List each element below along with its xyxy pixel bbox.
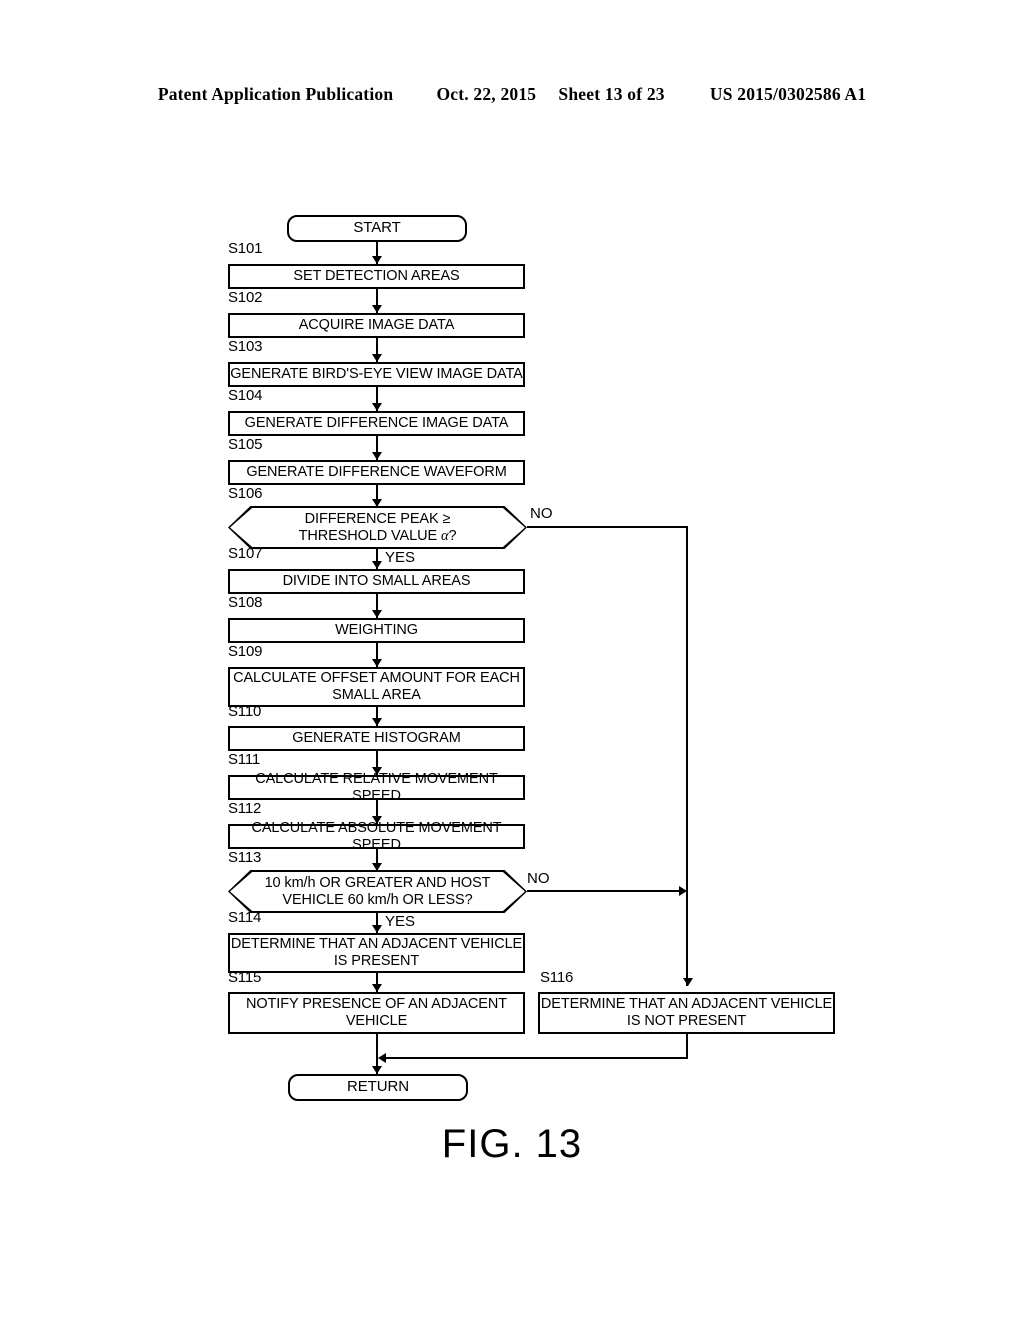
flow-step-s102: ACQUIRE IMAGE DATA <box>228 313 525 338</box>
flow-terminal-start-label: START <box>353 219 401 237</box>
header-publication: Patent Application Publication <box>157 84 394 104</box>
flow-step-s115-line1: NOTIFY PRESENCE OF AN ADJACENT <box>245 996 507 1013</box>
arrowhead-s101-to-s102 <box>372 305 382 313</box>
flow-step-s109-line2: SMALL AREA <box>332 687 421 703</box>
step-label-s111: S111 <box>228 751 261 768</box>
flow-step-s116-line2: IS NOT PRESENT <box>626 1013 747 1029</box>
flow-step-s116-line1: DETERMINE THAT AN ADJACENT VEHICLE <box>540 996 833 1013</box>
step-label-s112: S112 <box>228 800 262 817</box>
flow-decision-s106-line1: DIFFERENCE PEAK ≥ <box>304 510 451 527</box>
arrowhead-s103-to-s104 <box>372 403 382 411</box>
step-label-s116: S116 <box>540 969 574 986</box>
arrowhead-s107-to-s108 <box>372 610 382 618</box>
page-header: Patent Application Publication Oct. 22, … <box>0 84 1024 105</box>
arrowhead-s102-to-s103 <box>372 354 382 362</box>
connector-s113-no-horizontal <box>527 890 679 892</box>
flow-step-s102-label: ACQUIRE IMAGE DATA <box>298 317 455 334</box>
step-label-s109: S109 <box>228 643 263 660</box>
flow-step-s115: NOTIFY PRESENCE OF AN ADJACENT VEHICLE <box>228 992 525 1034</box>
flow-step-s111: CALCULATE RELATIVE MOVEMENT SPEED <box>228 771 525 804</box>
header-patent-number: US 2015/0302586 A1 <box>709 84 867 104</box>
flow-terminal-start: START <box>287 215 467 242</box>
arrowhead-s113-to-s114 <box>372 925 382 933</box>
flow-step-s111-label: CALCULATE RELATIVE MOVEMENT SPEED <box>255 771 498 804</box>
flow-step-s116: DETERMINE THAT AN ADJACENT VEHICLE IS NO… <box>538 992 835 1034</box>
arrowhead-s105-to-s106 <box>372 499 382 507</box>
connector-s106-no-vertical <box>686 526 688 986</box>
header-sheet: Sheet 13 of 23 <box>558 84 665 104</box>
flow-decision-s106: DIFFERENCE PEAK ≥ THRESHOLD VALUE α? <box>228 506 527 549</box>
arrowhead-s109-to-s110 <box>372 718 382 726</box>
arrowhead-merge-to-return <box>372 1066 382 1074</box>
flow-step-s109: CALCULATE OFFSET AMOUNT FOR EACH SMALL A… <box>228 667 525 707</box>
figure-caption: FIG. 13 <box>441 1122 583 1166</box>
flow-step-s104-label: GENERATE DIFFERENCE IMAGE DATA <box>244 415 509 432</box>
step-label-s105: S105 <box>228 436 263 453</box>
flow-step-s109-line1: CALCULATE OFFSET AMOUNT FOR EACH <box>233 670 520 687</box>
flow-step-s114-line1: DETERMINE THAT AN ADJACENT VEHICLE <box>230 936 523 953</box>
flow-decision-s106-line2-pre: THRESHOLD VALUE <box>298 527 441 544</box>
patent-figure-page: Patent Application Publication Oct. 22, … <box>0 0 1024 1320</box>
flow-decision-s113-line1: 10 km/h OR GREATER AND HOST <box>264 874 491 891</box>
flow-step-s112: CALCULATE ABSOLUTE MOVEMENT SPEED <box>228 820 525 853</box>
step-label-s110: S110 <box>228 703 262 720</box>
step-label-s107: S107 <box>228 545 263 562</box>
step-label-s115: S115 <box>228 969 262 986</box>
flow-step-s101: SET DETECTION AREAS <box>228 264 525 289</box>
connector-merge-horizontal <box>386 1057 688 1059</box>
step-label-s101: S101 <box>228 240 263 257</box>
flow-step-s107: DIVIDE INTO SMALL AREAS <box>228 569 525 594</box>
flow-step-s105: GENERATE DIFFERENCE WAVEFORM <box>228 460 525 485</box>
arrowhead-s106-to-s107 <box>372 561 382 569</box>
flow-step-s108-label: WEIGHTING <box>335 622 418 639</box>
flow-decision-s113: 10 km/h OR GREATER AND HOST VEHICLE 60 k… <box>228 870 527 913</box>
branch-label-s106-yes: YES <box>385 549 416 566</box>
step-label-s114: S114 <box>228 909 262 926</box>
branch-label-s113-no: NO <box>527 870 550 887</box>
arrowhead-s114-to-s115 <box>372 984 382 992</box>
arrowhead-start-to-s101 <box>372 256 382 264</box>
flow-step-s110: GENERATE HISTOGRAM <box>228 726 525 751</box>
flow-decision-s106-line2-post: ? <box>448 527 457 544</box>
arrowhead-merge-to-return-column <box>378 1053 386 1063</box>
flow-step-s101-label: SET DETECTION AREAS <box>293 268 460 285</box>
step-label-s106: S106 <box>228 485 263 502</box>
header-date: Oct. 22, 2015 <box>436 84 537 104</box>
flow-step-s110-label: GENERATE HISTOGRAM <box>292 730 461 747</box>
step-label-s102: S102 <box>228 289 263 306</box>
flow-step-s107-label: DIVIDE INTO SMALL AREAS <box>282 573 471 590</box>
flow-step-s114: DETERMINE THAT AN ADJACENT VEHICLE IS PR… <box>228 933 525 973</box>
arrowhead-s113-no-to-trunk <box>679 886 687 896</box>
connector-s116-to-merge <box>686 1034 688 1058</box>
flow-step-s112-label: CALCULATE ABSOLUTE MOVEMENT SPEED <box>251 820 502 853</box>
arrowhead-s112-to-s113 <box>372 863 382 871</box>
step-label-s104: S104 <box>228 387 263 404</box>
step-label-s103: S103 <box>228 338 263 355</box>
flow-step-s114-line2: IS PRESENT <box>333 953 420 969</box>
flow-terminal-return-label: RETURN <box>347 1078 409 1096</box>
flow-step-s104: GENERATE DIFFERENCE IMAGE DATA <box>228 411 525 436</box>
arrowhead-s108-to-s109 <box>372 659 382 667</box>
step-label-s108: S108 <box>228 594 263 611</box>
flow-step-s108: WEIGHTING <box>228 618 525 643</box>
flow-step-s115-line2: VEHICLE <box>345 1013 408 1029</box>
arrowhead-s104-to-s105 <box>372 452 382 460</box>
connector-s106-no-horizontal <box>527 526 688 528</box>
flow-step-s103-label: GENERATE BIRD'S-EYE VIEW IMAGE DATA <box>230 366 523 383</box>
branch-label-s113-yes: YES <box>385 913 416 930</box>
flow-terminal-return: RETURN <box>288 1074 468 1101</box>
step-label-s113: S113 <box>228 849 262 866</box>
flow-step-s103: GENERATE BIRD'S-EYE VIEW IMAGE DATA <box>228 362 525 387</box>
branch-label-s106-no: NO <box>530 505 553 522</box>
flow-step-s105-label: GENERATE DIFFERENCE WAVEFORM <box>246 464 507 481</box>
arrowhead-trunk-to-s116 <box>683 978 693 986</box>
flow-decision-s113-line2: VEHICLE 60 km/h OR LESS? <box>282 891 473 908</box>
